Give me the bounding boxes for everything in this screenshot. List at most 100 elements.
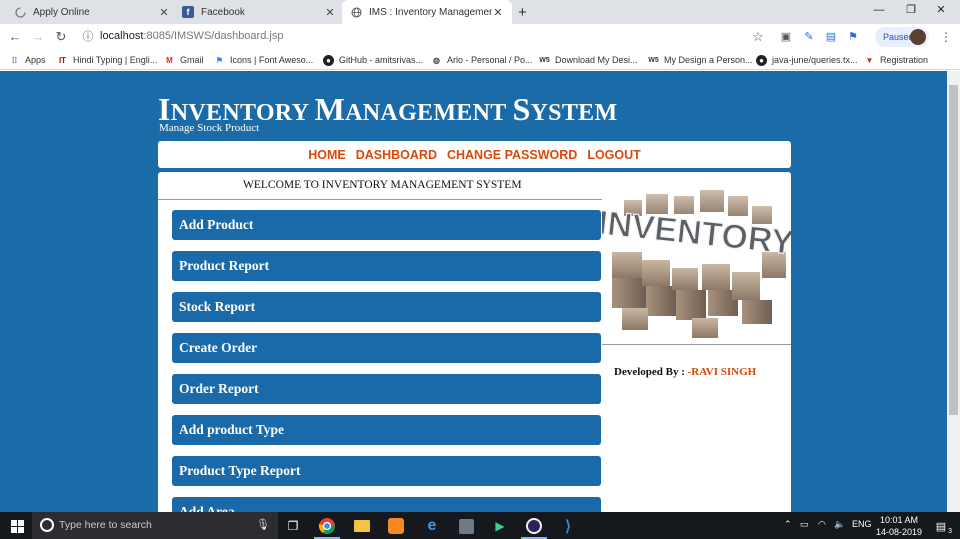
product-type-report-button[interactable]: Product Type Report [172, 456, 601, 486]
bookmark-label: Apps [25, 55, 46, 65]
close-icon: ✕ [936, 4, 946, 16]
volume-button[interactable]: 🔈 [834, 519, 845, 530]
notification-count: 3 [948, 528, 952, 535]
reload-button[interactable]: ↻ [53, 29, 69, 45]
microphone-icon[interactable]: 🎙 [256, 518, 270, 531]
bookmark-label: Download My Desi... [555, 55, 638, 65]
product-report-button[interactable]: Product Report [172, 251, 601, 281]
bookmark-hindi-typing[interactable]: IT Hindi Typing | Engli... [57, 53, 157, 67]
eclipse-button[interactable] [523, 515, 545, 537]
app-orange-button[interactable] [385, 515, 407, 537]
bookmark-label: Gmail [180, 55, 204, 65]
create-order-button[interactable]: Create Order [172, 333, 601, 363]
action-center-button[interactable]: ▤ 3 [930, 515, 952, 537]
close-tab-icon[interactable]: ✕ [324, 6, 336, 19]
profile-paused-button[interactable]: Paused [875, 27, 929, 47]
star-icon: ☆ [752, 29, 764, 44]
bookmark-my-design[interactable]: W5 My Design a Person... [648, 53, 752, 67]
plus-icon: + [518, 3, 527, 21]
chrome-taskbar-button[interactable] [316, 515, 338, 537]
github-icon: ● [756, 54, 767, 66]
address-bar[interactable]: localhost:8085/IMSWS/dashboard.jsp [100, 30, 283, 42]
tab-apply-online[interactable]: Apply Online ✕ [6, 0, 178, 24]
notification-icon: ▤ [935, 520, 947, 533]
gmail-icon: M [166, 55, 173, 65]
nav-dashboard[interactable]: DASHBOARD [356, 148, 437, 162]
add-area-button[interactable]: Add Area [172, 497, 601, 512]
extension-2-button[interactable]: ✎ [801, 29, 817, 45]
vscode-icon: ⟩ [565, 518, 571, 535]
taskbar-search-box[interactable]: Type here to search 🎙 [32, 512, 278, 539]
page-scrollbar[interactable] [947, 71, 960, 512]
taskbar-search-placeholder: Type here to search [59, 519, 152, 531]
file-explorer-button[interactable] [351, 515, 373, 537]
restore-button[interactable]: ❐ [896, 0, 926, 22]
nav-logout[interactable]: LOGOUT [587, 148, 640, 162]
bookmark-github[interactable]: ● GitHub - amitsrivas... [323, 53, 423, 67]
close-tab-icon[interactable]: ✕ [492, 6, 504, 19]
reload-icon: ↻ [55, 29, 67, 44]
bookmark-download-design[interactable]: W5 Download My Desi... [539, 53, 638, 67]
stock-report-button[interactable]: Stock Report [172, 292, 601, 322]
bookmark-label: Registration [880, 55, 929, 65]
chrome-menu-button[interactable]: ⋮ [938, 29, 954, 45]
start-button[interactable] [6, 515, 28, 537]
language-button[interactable]: ENG [852, 519, 872, 529]
cortana-icon [40, 518, 54, 532]
media-icon: ▶ [495, 519, 505, 533]
show-hidden-icons-button[interactable]: ⌃ [784, 519, 792, 530]
bookmark-gmail[interactable]: M Gmail [164, 53, 204, 67]
tab-facebook[interactable]: f Facebook ✕ [174, 0, 344, 24]
bookmark-apps[interactable]: ⁞⁞ Apps [9, 53, 46, 67]
back-button[interactable]: ← [7, 29, 23, 45]
loading-icon [14, 6, 26, 18]
page-viewport: INVENTORY MANAGEMENT SYSTEM Manage Stock… [0, 71, 947, 512]
app-store-button[interactable] [455, 515, 477, 537]
apps-grid-icon: ⁞⁞ [11, 55, 18, 65]
edge-button[interactable]: e [421, 515, 443, 537]
battery-button[interactable]: ▭ [800, 519, 809, 530]
extension-3-button[interactable]: ▤ [823, 29, 839, 45]
globe-icon [350, 6, 362, 18]
bookmark-font-awesome[interactable]: ⚑ Icons | Font Aweso... [214, 53, 313, 67]
app-green-button[interactable]: ▶ [489, 515, 511, 537]
bookmark-java-june[interactable]: ● java-june/queries.tx... [756, 53, 858, 67]
close-tab-icon[interactable]: ✕ [158, 6, 170, 19]
divider [602, 344, 791, 345]
extension-4-button[interactable]: ⚑ [845, 29, 861, 45]
scrollbar-thumb[interactable] [949, 85, 958, 415]
nav-home[interactable]: HOME [308, 148, 346, 162]
w3schools-icon: W5 [539, 56, 550, 64]
order-report-button[interactable]: Order Report [172, 374, 601, 404]
developer-name: -RAVI SINGH [687, 366, 757, 378]
close-window-button[interactable]: ✕ [926, 0, 956, 22]
vscode-button[interactable]: ⟩ [557, 515, 579, 537]
restore-icon: ❐ [906, 4, 916, 16]
tab-ims[interactable]: IMS : Inventory Management Sys ✕ [342, 0, 512, 24]
battery-icon: ▭ [800, 519, 809, 529]
bookmark-label: Hindi Typing | Engli... [73, 55, 158, 65]
site-info-button[interactable]: ⓘ [80, 29, 96, 45]
system-clock[interactable]: 10:01 AM 14-08-2019 [876, 514, 922, 538]
bookmark-registration[interactable]: ▼ Registration [864, 53, 929, 67]
url-host: localhost [100, 30, 144, 42]
clock-date: 14-08-2019 [876, 527, 923, 537]
add-product-type-button[interactable]: Add product Type [172, 415, 601, 445]
add-product-button[interactable]: Add Product [172, 210, 601, 240]
forward-button[interactable]: → [30, 29, 46, 45]
nav-change-password[interactable]: CHANGE PASSWORD [447, 148, 577, 162]
welcome-heading: WELCOME TO INVENTORY MANAGEMENT SYSTEM [243, 179, 522, 191]
minimize-button[interactable]: — [864, 0, 894, 22]
bookmark-star-button[interactable]: ☆ [750, 29, 766, 45]
bookmark-arlo[interactable]: ◍ Arlo - Personal / Po... [431, 53, 533, 67]
task-view-button[interactable]: ❐ [282, 515, 304, 537]
url-path: :8085/IMSWS/dashboard.jsp [143, 30, 284, 42]
typing-site-icon: IT [58, 55, 67, 65]
extension-1-button[interactable]: ▣ [778, 29, 794, 45]
arrow-right-icon: → [31, 29, 45, 44]
tab-title: IMS : Inventory Management Sys [369, 6, 492, 18]
screenshot-icon: ▤ [825, 31, 837, 43]
network-button[interactable]: ◠ [818, 519, 826, 530]
new-tab-button[interactable]: + [514, 0, 538, 24]
dashboard-panel: WELCOME TO INVENTORY MANAGEMENT SYSTEM A… [158, 172, 791, 512]
